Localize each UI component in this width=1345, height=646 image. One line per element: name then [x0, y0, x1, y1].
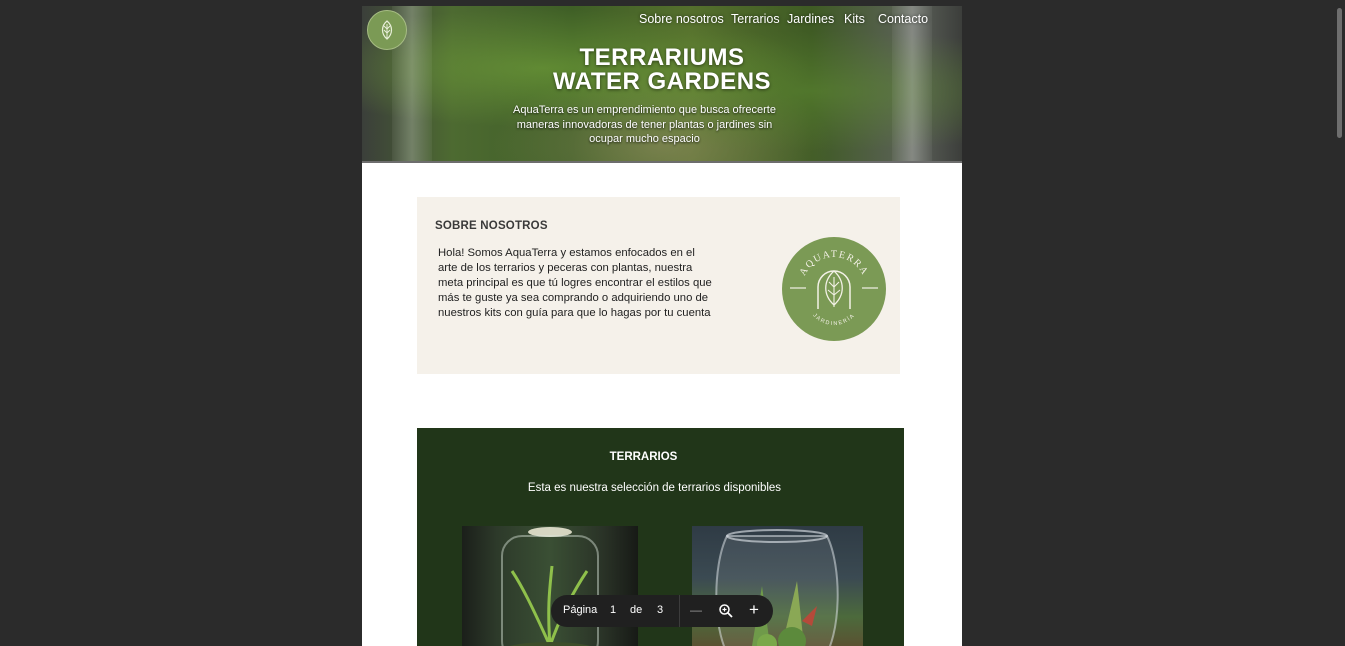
zoom-in-button[interactable]: +	[749, 600, 759, 620]
hero-banner: Sobre nosotros Terrarios Jardines Kits C…	[362, 6, 962, 163]
aquaterra-logo: AQUATERRA JARDINERÍA	[782, 237, 886, 341]
terrarios-title: TERRARIOS	[609, 451, 678, 463]
nav-link-kits[interactable]: Kits	[844, 12, 865, 26]
about-section: SOBRE NOSOTROS Hola! Somos AquaTerra y e…	[417, 197, 900, 374]
viewer-scrollbar[interactable]	[1337, 8, 1342, 138]
hero-description: AquaTerra es un emprendimiento que busca…	[513, 104, 776, 145]
pdf-page-toolbar: Página 1 de 3 — +	[551, 595, 773, 627]
magnifier-icon	[719, 604, 733, 618]
of-label: de	[630, 604, 643, 616]
top-navigation: Sobre nosotros Terrarios Jardines Kits C…	[362, 12, 962, 32]
hero-title-line2: WATER GARDENS	[552, 68, 772, 95]
terrarium-photo-2	[692, 526, 863, 646]
about-text: Hola! Somos AquaTerra y estamos enfocado…	[438, 247, 712, 319]
nav-link-jardines[interactable]: Jardines	[787, 12, 834, 26]
terrarium-photo-1	[462, 526, 638, 646]
document-page: Sobre nosotros Terrarios Jardines Kits C…	[362, 6, 962, 646]
page-label: Página	[563, 604, 598, 616]
toolbar-divider	[679, 595, 680, 627]
total-pages: 3	[657, 604, 664, 616]
current-page-input[interactable]: 1	[610, 604, 616, 616]
about-title: SOBRE NOSOTROS	[435, 220, 548, 232]
zoom-out-button[interactable]: —	[690, 603, 702, 617]
zoom-fit-button[interactable]	[718, 603, 734, 619]
terrarios-subtitle: Esta es nuestra selección de terrarios d…	[527, 482, 782, 494]
nav-link-terrarios[interactable]: Terrarios	[731, 12, 780, 26]
nav-link-sobre-nosotros[interactable]: Sobre nosotros	[639, 12, 724, 26]
nav-link-contacto[interactable]: Contacto	[878, 12, 928, 26]
hero-title-line1: TERRARIUMS	[579, 44, 745, 71]
